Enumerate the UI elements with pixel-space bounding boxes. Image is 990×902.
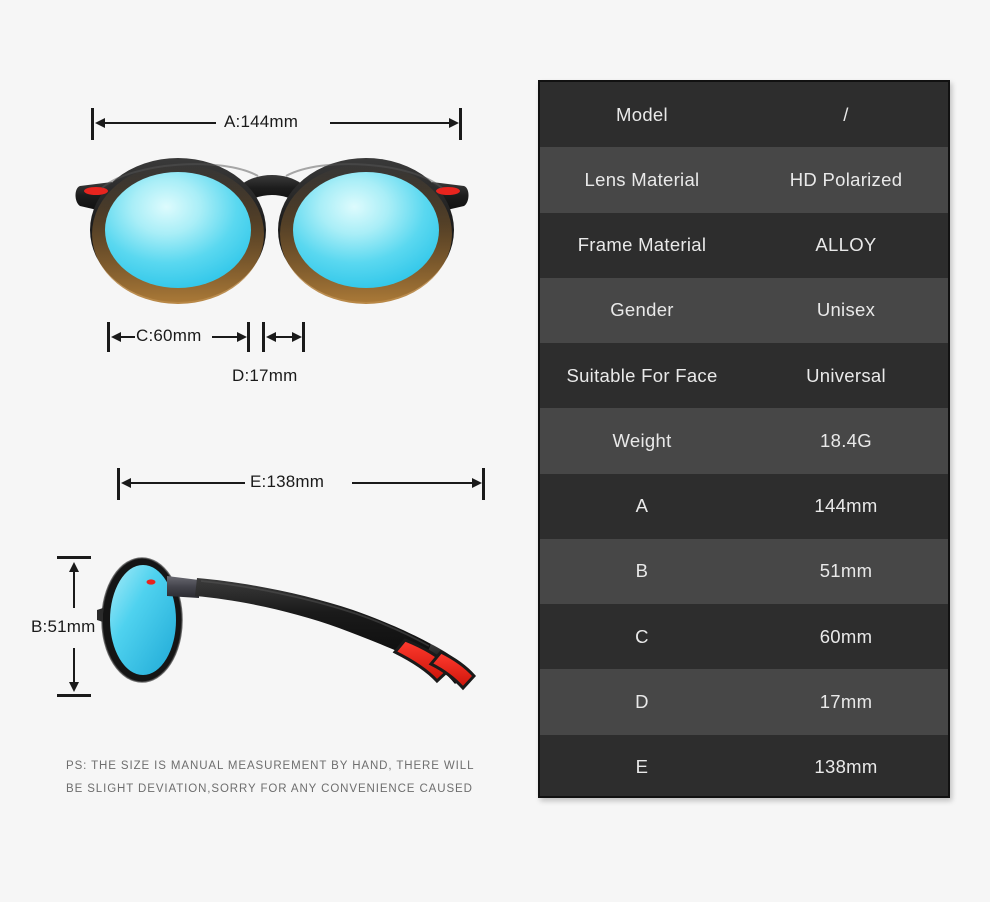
spec-value: 18.4G [820, 429, 872, 451]
table-row: D 17mm [540, 669, 948, 735]
table-row: Lens Material HD Polarized [540, 147, 948, 213]
dimension-c-tick-right [247, 322, 250, 352]
spec-value: 60mm [819, 625, 873, 647]
spec-value: 17mm [819, 690, 873, 712]
dimension-b-label: B:51mm [31, 617, 96, 636]
dimension-d-tick-left [262, 322, 265, 352]
spec-label: D [635, 690, 649, 712]
dimension-c-tick-left [107, 322, 110, 352]
dimension-e-arrowhead-right [472, 478, 482, 488]
spec-value: 138mm [814, 756, 878, 778]
dimension-e-tick-right [482, 468, 485, 500]
dimension-d-label: D:17mm [232, 366, 298, 385]
spec-value: 144mm [814, 495, 878, 517]
diagram-panel: A:144mm C:60mm D:17mm E:138mm B:51mm PS:… [0, 0, 520, 902]
dimension-b-tick-bottom [57, 694, 91, 697]
measurement-note-line-1: PS: THE SIZE IS MANUAL MEASUREMENT BY HA… [66, 760, 475, 772]
table-row: C 60mm [540, 604, 948, 670]
dimension-b-line-top [73, 570, 75, 608]
dimension-a-tick-left [91, 108, 94, 140]
spec-value: 51mm [819, 560, 873, 582]
dimension-a-arrowhead-right [449, 118, 459, 128]
dimension-a-line-right [330, 122, 449, 124]
dimension-e-arrowhead-left [121, 478, 131, 488]
dimension-a-line-left [101, 122, 216, 124]
spec-label: E [635, 756, 649, 778]
spec-value: / [843, 103, 849, 125]
dimension-e-tick-left [117, 468, 120, 500]
sunglasses-side-view [95, 548, 495, 703]
dimension-c-arrowhead-right [237, 332, 247, 342]
spec-label: B [635, 560, 649, 582]
dimension-b-tick-top [57, 556, 91, 559]
table-row: Model / [540, 82, 948, 148]
dimension-b-arrowhead-top [69, 562, 79, 572]
dimension-a-label: A:144mm [224, 112, 299, 131]
dimension-b-arrowhead-bottom [69, 682, 79, 692]
dimension-e-line-right [352, 482, 472, 484]
spec-value: Unisex [816, 299, 876, 321]
dimension-a-tick-right [459, 108, 462, 140]
product-specification-table: Model / Lens Material HD Polarized Frame… [538, 80, 950, 798]
spec-label: Weight [612, 429, 672, 451]
spec-value: ALLOY [815, 234, 877, 256]
sunglasses-front-view [72, 148, 472, 308]
spec-label: C [635, 625, 649, 647]
table-row: Weight 18.4G [540, 408, 948, 474]
dimension-c-arrowhead-left [111, 332, 121, 342]
spec-label: Gender [610, 299, 674, 321]
spec-value: HD Polarized [789, 168, 903, 190]
table-row: Gender Unisex [540, 277, 948, 344]
dimension-b-line-bottom [73, 648, 75, 684]
dimension-c-label: C:60mm [136, 326, 202, 345]
spec-value: Universal [806, 364, 886, 386]
spec-label: A [635, 495, 649, 517]
specification-sheet: A:144mm C:60mm D:17mm E:138mm B:51mm PS:… [0, 0, 990, 902]
table-row: A 144mm [540, 473, 948, 539]
dimension-d-arrowhead-right [292, 332, 302, 342]
dimension-e-label: E:138mm [250, 472, 325, 491]
measurement-note-line-2: BE SLIGHT DEVIATION,SORRY FOR ANY CONVEN… [66, 783, 473, 795]
dimension-e-line-left [127, 482, 245, 484]
table-row: B 51mm [540, 538, 948, 605]
table-row: Suitable For Face Universal [540, 343, 948, 409]
spec-label: Frame Material [577, 234, 707, 256]
spec-label: Suitable For Face [566, 364, 718, 386]
spec-label: Model [616, 103, 668, 125]
dimension-d-tick-right [302, 322, 305, 352]
dimension-c-line-right [212, 336, 237, 338]
table-row: Frame Material ALLOY [540, 212, 948, 278]
spec-label: Lens Material [584, 168, 700, 190]
table-row: E 138mm [540, 734, 948, 796]
dimension-d-arrowhead-left [266, 332, 276, 342]
dimension-a-arrowhead-left [95, 118, 105, 128]
